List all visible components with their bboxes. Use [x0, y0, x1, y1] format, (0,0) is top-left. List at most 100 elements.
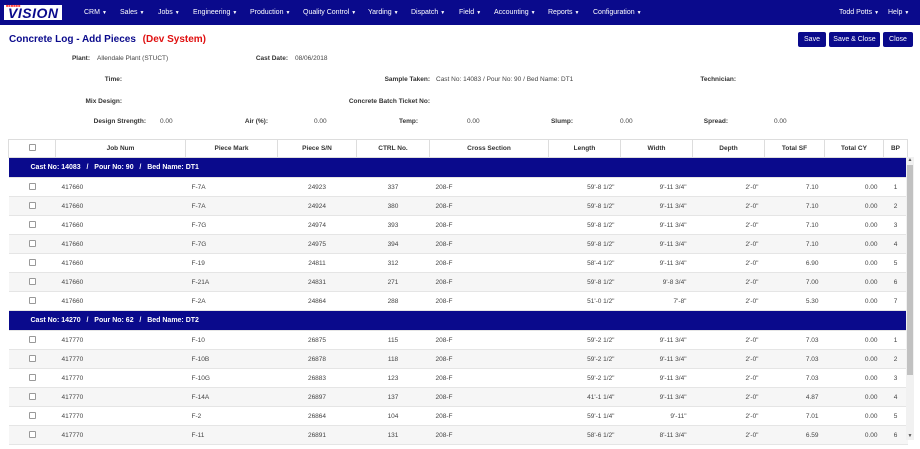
nav-configuration-label: Configuration [593, 9, 635, 16]
row-checkbox[interactable] [28, 220, 36, 228]
table-row[interactable]: 417660 F-7G 24975 394 208-F 59'-8 1/2" 9'-11 3… [8, 234, 908, 254]
cast-date-value[interactable]: 08/06/2018 [295, 55, 328, 62]
row-checkbox[interactable] [28, 373, 36, 381]
caret-down-icon: ▼ [440, 10, 446, 16]
scroll-down-arrow-icon[interactable]: ▼ [906, 433, 914, 440]
table-row[interactable]: 417660 F-7A 24923 337 208-F 59'-8 1/2" 9'-11 3… [8, 177, 908, 197]
col-length[interactable]: Length [548, 139, 621, 158]
length-cell: 59'-2 1/2" [548, 368, 621, 388]
table-scrollbar[interactable]: ▲ ▼ [906, 157, 914, 440]
nav-user-menu[interactable]: Todd Potts ▼ [839, 0, 879, 25]
nav-production[interactable]: Production ▼ [250, 0, 290, 25]
row-select-cell [8, 387, 56, 407]
row-checkbox[interactable] [28, 335, 36, 343]
col-cross-section[interactable]: Cross Section [429, 139, 549, 158]
nav-help[interactable]: Help ▼ [888, 0, 909, 25]
col-total-sf[interactable]: Total SF [764, 139, 825, 158]
nav-reports[interactable]: Reports ▼ [548, 0, 579, 25]
select-all-checkbox[interactable] [28, 144, 36, 151]
temp-label: Temp: [398, 118, 418, 125]
length-cell: 59'-8 1/2" [548, 215, 621, 235]
save-button[interactable]: Save [798, 32, 826, 47]
table-row[interactable]: 417770 F-10 26875 115 208-F 59'-2 1/2" 9'-11 3… [8, 330, 908, 350]
row-checkbox[interactable] [28, 392, 36, 400]
table-row[interactable]: 417660 F-21A 24831 271 208-F 59'-8 1/2" 9'-8 3… [8, 272, 908, 292]
scroll-up-arrow-icon[interactable]: ▲ [906, 157, 914, 164]
table-row[interactable]: 417770 F-10B 26878 118 208-F 59'-2 1/2" 9'-11 … [8, 349, 908, 369]
row-checkbox[interactable] [28, 239, 36, 247]
save-and-close-button[interactable]: Save & Close [829, 32, 880, 47]
total-cy-cell: 0.00 [824, 330, 884, 350]
total-sf-cell: 7.01 [764, 406, 825, 426]
table-row[interactable]: 417770 F-11 26891 131 208-F 58'-6 1/2" 8'-11 3… [8, 425, 908, 445]
width-cell: 8'-11 3/4" [620, 425, 693, 445]
col-total-cy[interactable]: Total CY [824, 139, 884, 158]
col-width[interactable]: Width [620, 139, 693, 158]
nav-field[interactable]: Field ▼ [459, 0, 481, 25]
design-strength-value[interactable]: 0.00 [160, 118, 173, 125]
col-ctrl-no[interactable]: CTRL No. [356, 139, 430, 158]
nav-dispatch[interactable]: Dispatch ▼ [411, 0, 445, 25]
row-checkbox[interactable] [28, 354, 36, 362]
table-row[interactable]: 417770 F-14A 26897 137 208-F 41'-1 1/4" 9'-11 … [8, 387, 908, 407]
table-row[interactable]: 417660 F-19 24811 312 208-F 58'-4 1/2" 9'-11 3… [8, 253, 908, 273]
dev-system-label: (Dev System) [142, 34, 207, 45]
caret-down-icon: ▼ [530, 10, 536, 16]
vision-logo[interactable]: ■■■■■■ VISION [4, 3, 70, 21]
row-checkbox[interactable] [28, 277, 36, 285]
spread-value[interactable]: 0.00 [774, 118, 787, 125]
nav-jobs[interactable]: Jobs ▼ [158, 0, 180, 25]
length-cell: 41'-1 1/4" [548, 387, 621, 407]
nav-yarding[interactable]: Yarding ▼ [368, 0, 399, 25]
row-select-cell [8, 330, 56, 350]
temp-value[interactable]: 0.00 [467, 118, 480, 125]
sample-taken-value[interactable]: Cast No: 14083 / Pour No: 90 / Bed Name:… [436, 76, 573, 83]
close-button[interactable]: Close [883, 32, 913, 47]
piece-sn-cell: 26883 [277, 368, 357, 388]
col-piece-sn[interactable]: Piece S/N [277, 139, 357, 158]
nav-crm[interactable]: CRM ▼ [84, 0, 107, 25]
plant-value[interactable]: Allendale Plant (STUCT) [97, 55, 168, 62]
ctrl-no-cell: 380 [356, 196, 430, 216]
piece-sn-cell: 24864 [277, 291, 357, 311]
nav-configuration[interactable]: Configuration ▼ [593, 0, 642, 25]
ctrl-no-cell: 104 [356, 406, 430, 426]
nav-quality-control[interactable]: Quality Control ▼ [303, 0, 356, 25]
table-row[interactable]: 417660 F-2A 24864 288 208-F 51'-0 1/2" 7'-8" 2'… [8, 291, 908, 311]
total-sf-cell: 7.03 [764, 368, 825, 388]
table-row[interactable]: 417660 F-7G 24974 393 208-F 59'-8 1/2" 9'-11 3… [8, 215, 908, 235]
row-select-cell [8, 272, 56, 292]
nav-sales[interactable]: Sales ▼ [120, 0, 144, 25]
group-header-row: Cast No: 14083 / Pour No: 90 / Bed Name:… [8, 157, 908, 178]
piece-sn-cell: 24974 [277, 215, 357, 235]
nav-accounting[interactable]: Accounting ▼ [494, 0, 536, 25]
row-checkbox[interactable] [28, 411, 36, 419]
nav-jobs-label: Jobs [158, 9, 173, 16]
table-row[interactable]: 417770 F-2 26864 104 208-F 59'-1 1/4" 9'-11" 2'… [8, 406, 908, 426]
col-bp[interactable]: BP [883, 139, 908, 158]
row-checkbox[interactable] [28, 258, 36, 266]
table-row[interactable]: 417770 F-10G 26883 123 208-F 59'-2 1/2" 9'-11 … [8, 368, 908, 388]
scroll-thumb[interactable] [907, 165, 913, 375]
row-select-cell [8, 253, 56, 273]
col-job-num[interactable]: Job Num [55, 139, 186, 158]
row-checkbox[interactable] [28, 430, 36, 438]
job-num-cell: 417660 [55, 196, 186, 216]
row-checkbox[interactable] [28, 201, 36, 209]
select-all-header[interactable] [8, 139, 56, 158]
col-depth[interactable]: Depth [692, 139, 765, 158]
slump-value[interactable]: 0.00 [620, 118, 633, 125]
width-cell: 9'-11 3/4" [620, 196, 693, 216]
table-row[interactable]: 417660 F-7A 24924 380 208-F 59'-8 1/2" 9'-11 3… [8, 196, 908, 216]
row-checkbox[interactable] [28, 182, 36, 190]
bp-cell: 2 [883, 349, 908, 369]
piece-mark-cell: F-21A [185, 272, 278, 292]
col-piece-mark[interactable]: Piece Mark [185, 139, 278, 158]
air-value[interactable]: 0.00 [314, 118, 327, 125]
total-cy-cell: 0.00 [824, 215, 884, 235]
nav-engineering[interactable]: Engineering ▼ [193, 0, 237, 25]
cast-date-label: Cast Date: [255, 55, 288, 62]
cross-section-cell: 208-F [429, 234, 549, 254]
row-checkbox[interactable] [28, 296, 36, 304]
pieces-table: Job Num Piece Mark Piece S/N CTRL No. Cr… [8, 139, 908, 445]
